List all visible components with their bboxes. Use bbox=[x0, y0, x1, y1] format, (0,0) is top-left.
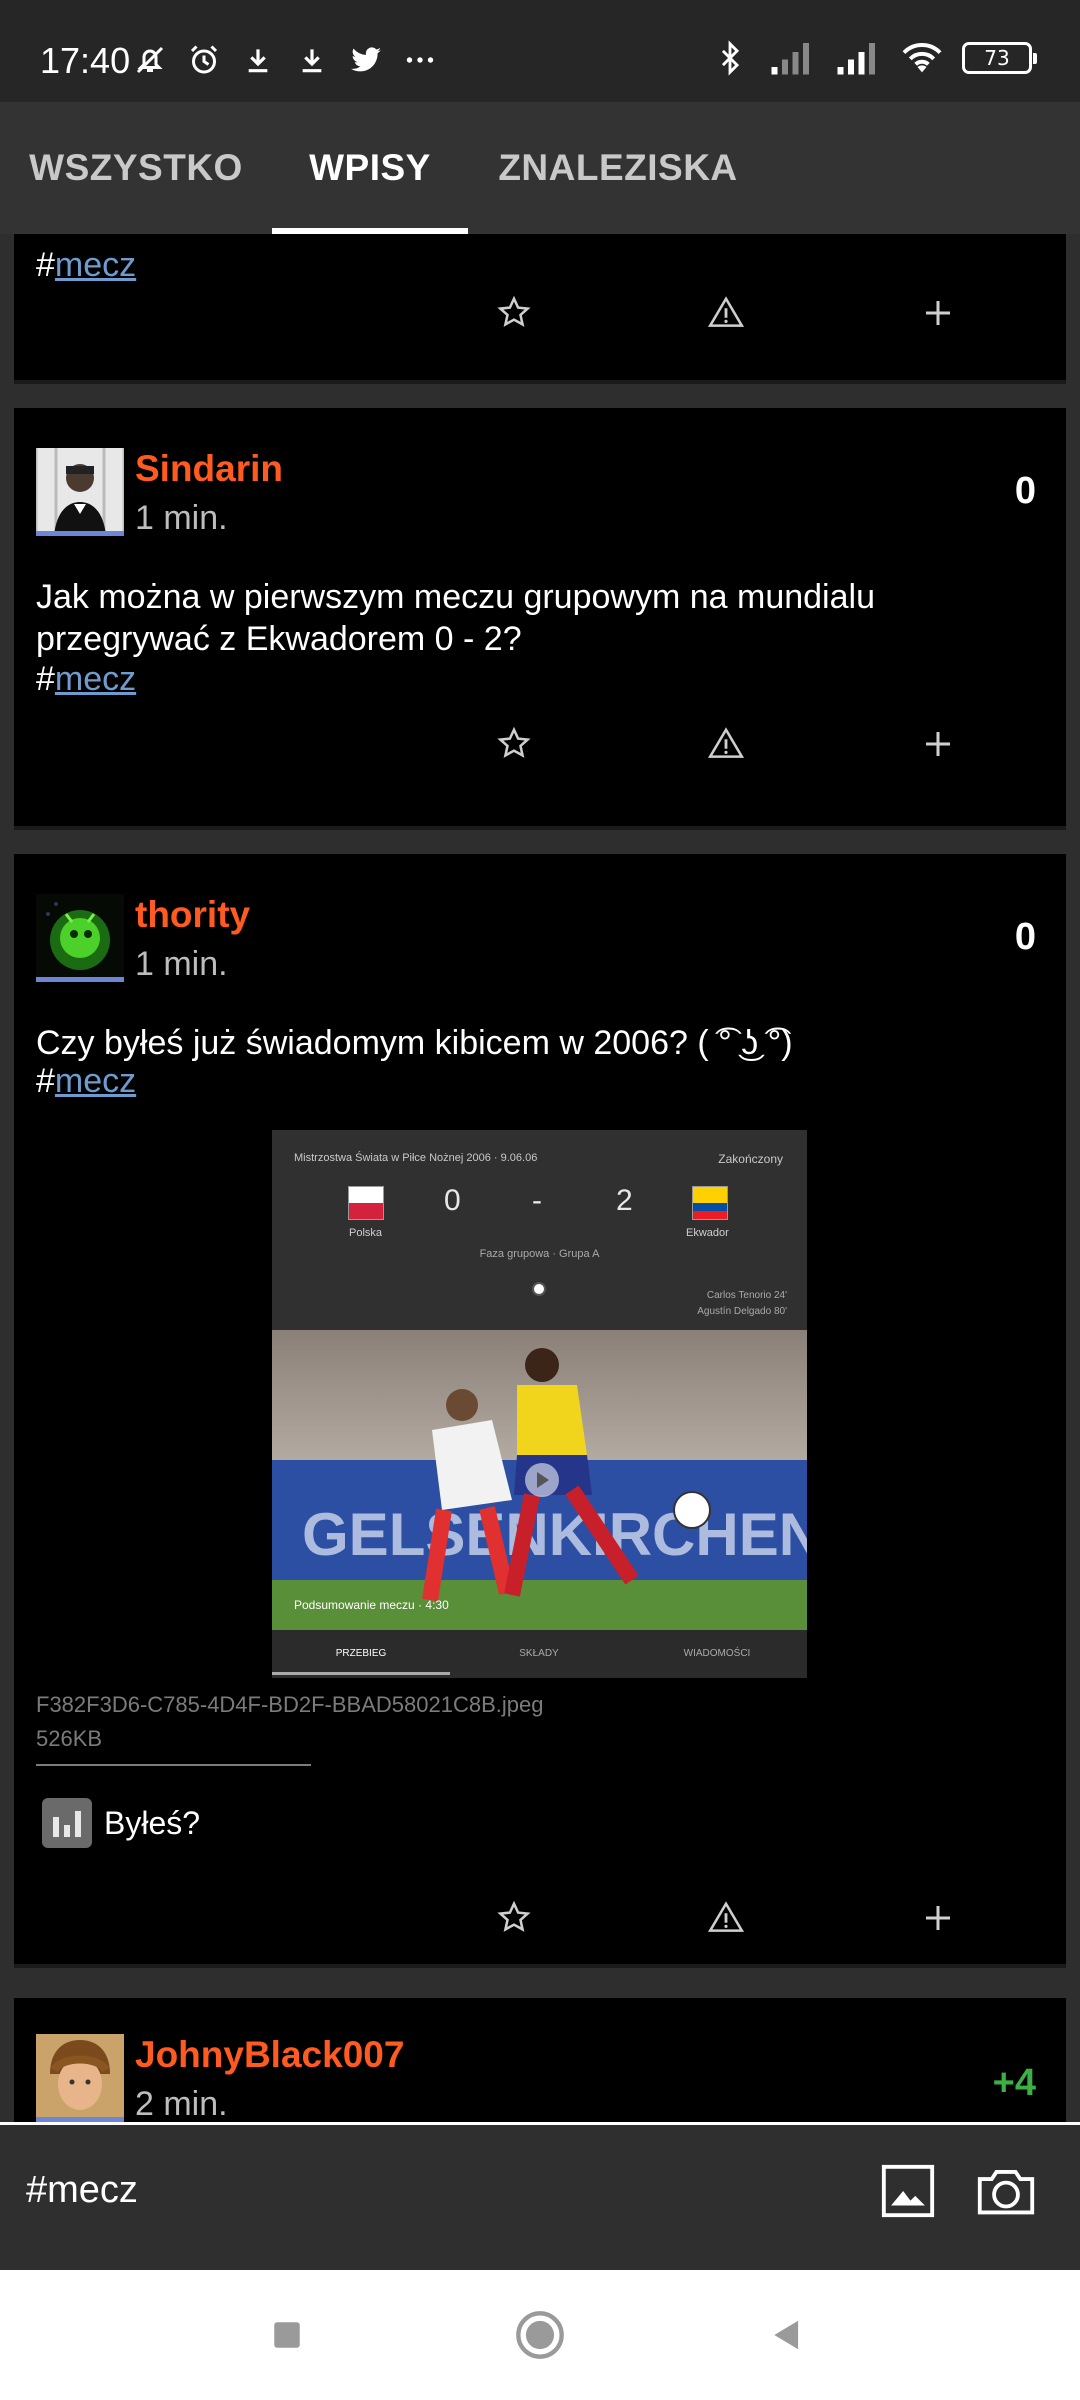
poll-button[interactable]: Byłeś? bbox=[42, 1798, 200, 1848]
match-tab: WIADOMOŚCI bbox=[683, 1648, 751, 1659]
more-dots-icon bbox=[400, 40, 440, 80]
tab-bar: WSZYSTKO WPISY ZNALEZISKA bbox=[0, 102, 1080, 234]
navigation-bar bbox=[0, 2270, 1080, 2400]
file-size: 526KB bbox=[36, 1726, 103, 1751]
match-tab-indicator bbox=[272, 1672, 450, 1675]
away-team: Ekwador bbox=[686, 1227, 729, 1239]
bluetooth-icon bbox=[710, 38, 750, 78]
football-icon bbox=[532, 1282, 546, 1296]
post-tags: #mecz bbox=[36, 1062, 136, 1101]
image-icon[interactable] bbox=[876, 2159, 940, 2223]
home-score: 0 bbox=[444, 1184, 461, 1217]
post-tags: #mecz bbox=[36, 246, 136, 285]
post-actions bbox=[14, 283, 1066, 343]
bar-chart-icon bbox=[42, 1798, 92, 1848]
status-time: 17:40 bbox=[40, 40, 131, 81]
twitter-icon bbox=[346, 40, 386, 80]
match-tab: SKŁADY bbox=[519, 1648, 559, 1659]
camera-icon[interactable] bbox=[974, 2159, 1038, 2223]
match-scorers: Carlos Tenorio 24' Agustín Delgado 80' bbox=[697, 1288, 787, 1320]
system-icons: 73 bbox=[710, 38, 1037, 78]
star-icon[interactable] bbox=[484, 283, 544, 343]
back-icon[interactable] bbox=[752, 2300, 822, 2370]
post-author[interactable]: Sindarin bbox=[135, 448, 283, 490]
download-icon bbox=[238, 40, 278, 80]
tag-input-bar: #mecz bbox=[0, 2122, 1080, 2270]
avatar[interactable] bbox=[36, 2034, 124, 2122]
match-photo: GELSENKIRCHEN bbox=[272, 1330, 807, 1630]
post-author[interactable]: JohnyBlack007 bbox=[135, 2034, 404, 2076]
match-status: Zakończony bbox=[718, 1152, 783, 1166]
poland-flag-icon bbox=[348, 1186, 384, 1220]
ecuador-flag-icon bbox=[692, 1186, 728, 1220]
post-card: Sindarin 1 min. 0 Jak można w pierwszym … bbox=[14, 408, 1066, 826]
warning-icon[interactable] bbox=[696, 714, 756, 774]
avatar[interactable] bbox=[36, 448, 124, 536]
battery-indicator: 73 bbox=[962, 42, 1037, 74]
match-tabs: PRZEBIEG SKŁADY WIADOMOŚCI bbox=[272, 1630, 807, 1678]
tab-wszystko[interactable]: WSZYSTKO bbox=[0, 102, 272, 234]
wifi-icon bbox=[898, 38, 946, 78]
avatar[interactable] bbox=[36, 894, 124, 982]
plus-icon[interactable] bbox=[908, 1888, 968, 1948]
scorer: Carlos Tenorio 24' bbox=[706, 1290, 787, 1301]
post-actions bbox=[14, 714, 1066, 774]
notification-icons bbox=[130, 40, 440, 80]
post-author[interactable]: thority bbox=[135, 894, 250, 936]
vote-count: +4 bbox=[992, 2062, 1036, 2104]
muted-bell-icon bbox=[130, 40, 170, 80]
alarm-icon bbox=[184, 40, 224, 80]
post-card: #mecz bbox=[14, 234, 1066, 380]
signal-icon bbox=[832, 38, 882, 78]
signal-icon bbox=[766, 38, 816, 78]
hash-symbol: # bbox=[36, 660, 55, 698]
post-actions bbox=[14, 1888, 1066, 1948]
star-icon[interactable] bbox=[484, 714, 544, 774]
tag-link[interactable]: mecz bbox=[55, 660, 136, 698]
match-tab: PRZEBIEG bbox=[335, 1648, 387, 1659]
post-time: 2 min. bbox=[135, 2085, 228, 2122]
poll-label: Byłeś? bbox=[104, 1804, 201, 1841]
file-name[interactable]: F382F3D6-C785-4D4F-BD2F-BBAD58021C8B.jpe… bbox=[36, 1692, 543, 1718]
status-bar: 17:40 73 bbox=[0, 0, 1080, 102]
tab-wpisy[interactable]: WPISY bbox=[272, 102, 468, 234]
divider bbox=[36, 1764, 311, 1766]
download-icon bbox=[292, 40, 332, 80]
star-icon[interactable] bbox=[484, 1888, 544, 1948]
warning-icon[interactable] bbox=[696, 1888, 756, 1948]
post-card: thority 1 min. 0 Czy byłeś już świadomym… bbox=[14, 854, 1066, 1964]
hash-symbol: # bbox=[36, 246, 55, 284]
tab-znaleziska[interactable]: ZNALEZISKA bbox=[468, 102, 768, 234]
vote-count: 0 bbox=[1014, 470, 1036, 512]
svg-text:GELSENKIRCHEN: GELSENKIRCHEN bbox=[302, 1501, 807, 1568]
post-card: JohnyBlack007 2 min. +4 bbox=[14, 1998, 1066, 2122]
hash-symbol: # bbox=[36, 1062, 55, 1100]
battery-level: 73 bbox=[984, 46, 1010, 70]
tag-link[interactable]: mecz bbox=[55, 1062, 136, 1100]
tag-link[interactable]: mecz bbox=[55, 246, 136, 284]
match-stage: Faza grupowa · Grupa A bbox=[479, 1248, 600, 1260]
score-separator: - bbox=[532, 1184, 542, 1217]
post-time: 1 min. bbox=[135, 499, 228, 537]
scorer: Agustín Delgado 80' bbox=[697, 1306, 787, 1317]
post-text: Czy byłeś już świadomym kibicem w 2006? … bbox=[36, 1024, 793, 1062]
plus-icon[interactable] bbox=[908, 283, 968, 343]
home-icon[interactable] bbox=[505, 2300, 575, 2370]
post-time: 1 min. bbox=[135, 945, 228, 983]
plus-icon[interactable] bbox=[908, 714, 968, 774]
home-team: Polska bbox=[349, 1227, 383, 1239]
post-image[interactable]: Mistrzostwa Świata w Piłce Nożnej 2006 ·… bbox=[272, 1130, 807, 1678]
recents-icon[interactable] bbox=[252, 2300, 322, 2370]
video-caption: Podsumowanie meczu · 4:30 bbox=[294, 1598, 449, 1612]
warning-icon[interactable] bbox=[696, 283, 756, 343]
match-card: Mistrzostwa Świata w Piłce Nożnej 2006 ·… bbox=[272, 1130, 807, 1330]
post-text: Jak można w pierwszym meczu grupowym na … bbox=[36, 578, 875, 658]
vote-count: 0 bbox=[1014, 916, 1036, 958]
tag-input[interactable]: #mecz bbox=[26, 2169, 138, 2212]
post-tags: #mecz bbox=[36, 660, 136, 699]
away-score: 2 bbox=[616, 1184, 633, 1217]
feed-list[interactable]: #mecz Sindarin 1 min. 0 Jak można w pier… bbox=[0, 234, 1080, 2122]
match-title: Mistrzostwa Świata w Piłce Nożnej 2006 ·… bbox=[294, 1152, 538, 1164]
